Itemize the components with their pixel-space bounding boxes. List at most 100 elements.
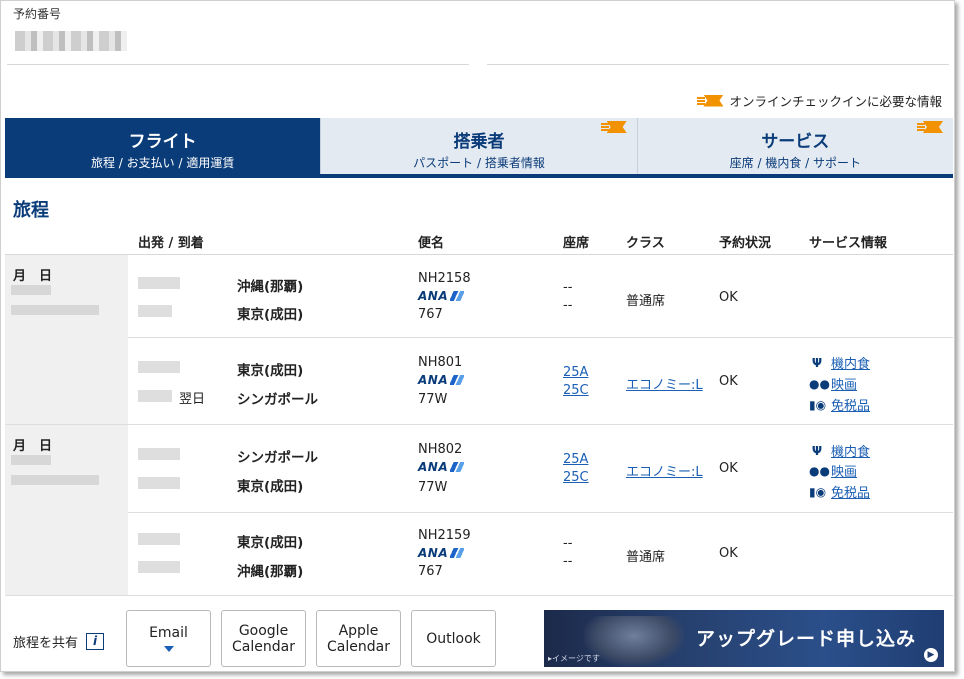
ana-logo: ANA [418, 546, 465, 560]
share-email-button[interactable]: Email [126, 610, 211, 667]
date-redacted [11, 475, 99, 485]
tab-passenger[interactable]: 搭乗者 パスポート / 搭乗者情報 [321, 118, 638, 174]
fare-class: 普通席 [626, 550, 666, 565]
share-outlook-button[interactable]: Outlook [411, 610, 496, 667]
seat-1-link[interactable]: 25A [563, 365, 588, 380]
aircraft-type: 767 [418, 564, 443, 579]
next-day-marker: 翌日 [179, 392, 206, 407]
booking-number-label: 予約番号 [13, 7, 62, 21]
ticket-icon [916, 121, 943, 133]
tab-title: フライト [128, 132, 197, 152]
seat-2-link[interactable]: 25C [563, 383, 589, 398]
button-label: Google [238, 622, 289, 639]
aircraft-type: 767 [418, 307, 443, 322]
date-redacted [11, 455, 51, 465]
bottle-icon: ▮◉ [809, 397, 827, 412]
arrival-airport: 東京(成田) [237, 307, 304, 323]
flight-number: NH2158 [418, 271, 471, 286]
upgrade-text: アップグレード申し込み [695, 628, 916, 650]
header-depart-arrive: 出発 / 到着 [138, 236, 204, 251]
header-flight: 便名 [418, 236, 445, 251]
arrival-airport: 東京(成田) [237, 479, 304, 495]
seat-1-link[interactable]: 25A [563, 452, 588, 467]
service-meal-link[interactable]: Ψ 機内食 [809, 441, 870, 461]
seat-2: -- [563, 298, 573, 313]
header-seat: 座席 [563, 236, 590, 251]
divider [5, 595, 953, 596]
online-checkin-info-link[interactable]: オンラインチェックインに必要な情報 [697, 91, 942, 110]
departure-airport: 沖縄(那覇) [237, 279, 304, 295]
arrival-time-redacted [138, 390, 172, 402]
online-checkin-info-text: オンラインチェックインに必要な情報 [729, 94, 942, 109]
date-redacted [11, 305, 99, 315]
tab-title: 搭乗者 [453, 132, 505, 152]
departure-time-redacted [138, 361, 180, 373]
service-movie-link[interactable]: ●● 映画 [809, 374, 857, 394]
divider [128, 512, 953, 513]
departure-time-redacted [138, 448, 180, 460]
date-cell-outbound: 月 日 [5, 255, 128, 425]
arrival-airport: シンガポール [237, 392, 318, 408]
button-label: Email [149, 625, 188, 641]
fare-class-link[interactable]: エコノミー:L [626, 461, 703, 480]
ana-logo: ANA [418, 460, 465, 474]
itinerary-title: 旅程 [13, 200, 49, 221]
arrival-time-redacted [138, 305, 172, 317]
seat-2-link[interactable]: 25C [563, 470, 589, 485]
date-label: 月 日 [13, 439, 53, 454]
button-label: Calendar [327, 638, 390, 655]
divider [5, 254, 953, 255]
seat-2: -- [563, 554, 573, 569]
booking-number-redacted [15, 31, 127, 51]
date-label: 月 日 [13, 269, 53, 284]
date-redacted [11, 285, 51, 295]
image-note: ▸イメージです [548, 654, 600, 663]
film-reel-icon: ●● [809, 376, 830, 391]
service-meal-link[interactable]: Ψ 機内食 [809, 353, 870, 373]
button-label: Outlook [426, 630, 481, 647]
ticket-icon [697, 95, 723, 107]
departure-airport: 東京(成田) [237, 535, 304, 551]
fork-knife-icon: Ψ [811, 355, 823, 370]
date-cell-return: 月 日 [5, 425, 128, 595]
share-google-calendar-button[interactable]: Google Calendar [221, 610, 306, 667]
info-icon[interactable]: i [86, 633, 105, 650]
arrow-right-icon: ▶ [924, 648, 938, 662]
divider [5, 424, 953, 425]
upgrade-banner[interactable]: ▸イメージです アップグレード申し込み ▶ [544, 610, 944, 667]
share-itinerary: 旅程を共有 i [13, 632, 105, 651]
arrival-time-redacted [138, 477, 180, 489]
header-status: 予約状況 [719, 236, 772, 251]
departure-airport: シンガポール [237, 450, 318, 466]
flight-number: NH2159 [418, 528, 471, 543]
film-reel-icon: ●● [809, 463, 830, 478]
departure-airport: 東京(成田) [237, 363, 304, 379]
bottle-icon: ▮◉ [809, 484, 827, 499]
tab-flight[interactable]: フライト 旅程 / お支払い / 適用運賃 [5, 118, 322, 174]
service-dutyfree-link[interactable]: ▮◉ 免税品 [809, 482, 870, 502]
departure-time-redacted [138, 277, 180, 289]
tab-service[interactable]: サービス 座席 / 機内食 / サポート [637, 118, 953, 174]
aircraft-type: 77W [418, 392, 448, 407]
flight-number: NH802 [418, 442, 463, 457]
tab-subtitle: 旅程 / お支払い / 適用運賃 [90, 156, 235, 170]
tab-title: サービス [761, 132, 830, 152]
booking-status: OK [719, 546, 738, 561]
fork-knife-icon: Ψ [811, 443, 823, 458]
service-movie-link[interactable]: ●● 映画 [809, 461, 857, 481]
button-label: Calendar [232, 638, 295, 655]
arrival-airport: 沖縄(那覇) [237, 564, 304, 580]
aircraft-type: 77W [418, 480, 448, 495]
seat-1: -- [563, 536, 573, 551]
service-dutyfree-link[interactable]: ▮◉ 免税品 [809, 395, 870, 415]
fare-class-link[interactable]: エコノミー:L [626, 374, 703, 393]
departure-time-redacted [138, 533, 180, 545]
booking-status: OK [719, 374, 738, 389]
flight-number: NH801 [418, 355, 463, 370]
share-apple-calendar-button[interactable]: Apple Calendar [316, 610, 401, 667]
divider [7, 64, 469, 65]
ticket-icon [600, 121, 627, 133]
divider [487, 64, 949, 65]
header-service: サービス情報 [809, 236, 888, 251]
tab-subtitle: 座席 / 機内食 / サポート [729, 156, 861, 170]
